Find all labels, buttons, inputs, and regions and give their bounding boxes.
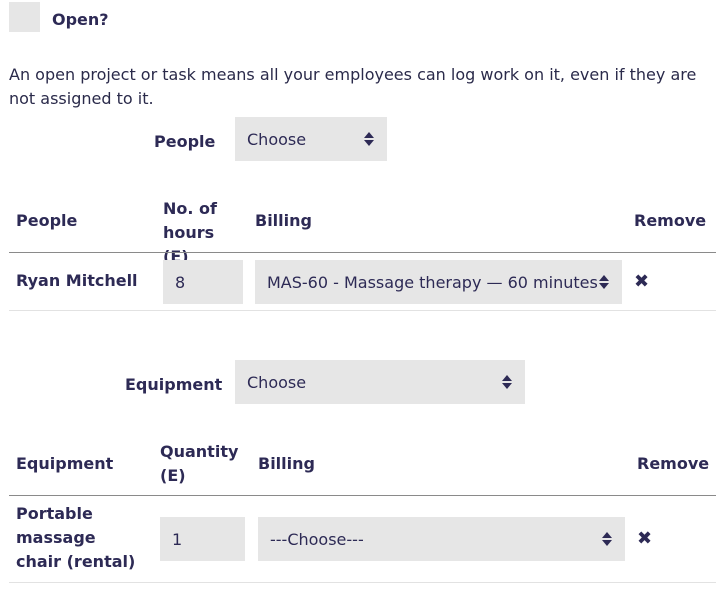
select-arrows-icon bbox=[363, 132, 375, 146]
people-select[interactable]: Choose bbox=[235, 117, 387, 161]
equipment-header-remove: Remove bbox=[637, 454, 710, 473]
people-header-billing: Billing bbox=[255, 211, 312, 230]
open-checkbox[interactable] bbox=[9, 2, 40, 32]
close-icon[interactable]: ✖ bbox=[634, 273, 649, 291]
hours-input-value: 8 bbox=[175, 272, 186, 292]
quantity-input-value: 1 bbox=[172, 529, 183, 549]
open-label: Open? bbox=[52, 10, 109, 29]
quantity-input[interactable]: 1 bbox=[160, 517, 245, 561]
people-billing-value: MAS-60 - Massage therapy — 60 minutes bbox=[267, 272, 598, 292]
equipment-header-billing: Billing bbox=[258, 454, 315, 473]
people-picker-label: People bbox=[154, 132, 216, 151]
equipment-header-quantity: Quantity (E) bbox=[160, 442, 239, 485]
select-arrows-icon bbox=[601, 532, 613, 546]
equipment-header-name: Equipment bbox=[16, 454, 114, 473]
equipment-select[interactable]: Choose bbox=[235, 360, 525, 404]
people-header-name: People bbox=[16, 211, 78, 230]
equipment-select-value: Choose bbox=[247, 372, 307, 392]
open-description: An open project or task means all your e… bbox=[9, 65, 697, 108]
people-row-name: Ryan Mitchell bbox=[16, 271, 138, 290]
select-arrows-icon bbox=[501, 375, 513, 389]
people-header-divider bbox=[9, 252, 716, 253]
people-billing-select[interactable]: MAS-60 - Massage therapy — 60 minutes bbox=[255, 260, 622, 304]
equipment-row-divider bbox=[9, 582, 716, 583]
hours-input[interactable]: 8 bbox=[163, 260, 243, 304]
equipment-picker-label: Equipment bbox=[125, 375, 223, 394]
people-header-hours: No. of hours (E) bbox=[163, 199, 217, 266]
equipment-billing-select[interactable]: ---Choose--- bbox=[258, 517, 625, 561]
people-header-remove: Remove bbox=[634, 211, 707, 230]
people-select-value: Choose bbox=[247, 129, 307, 149]
equipment-billing-value: ---Choose--- bbox=[270, 529, 364, 549]
select-arrows-icon bbox=[598, 275, 610, 289]
equipment-row-name: Portable massage chair (rental) bbox=[16, 504, 136, 571]
close-icon[interactable]: ✖ bbox=[637, 530, 652, 548]
people-row-divider bbox=[9, 310, 716, 311]
equipment-header-divider bbox=[9, 495, 716, 496]
